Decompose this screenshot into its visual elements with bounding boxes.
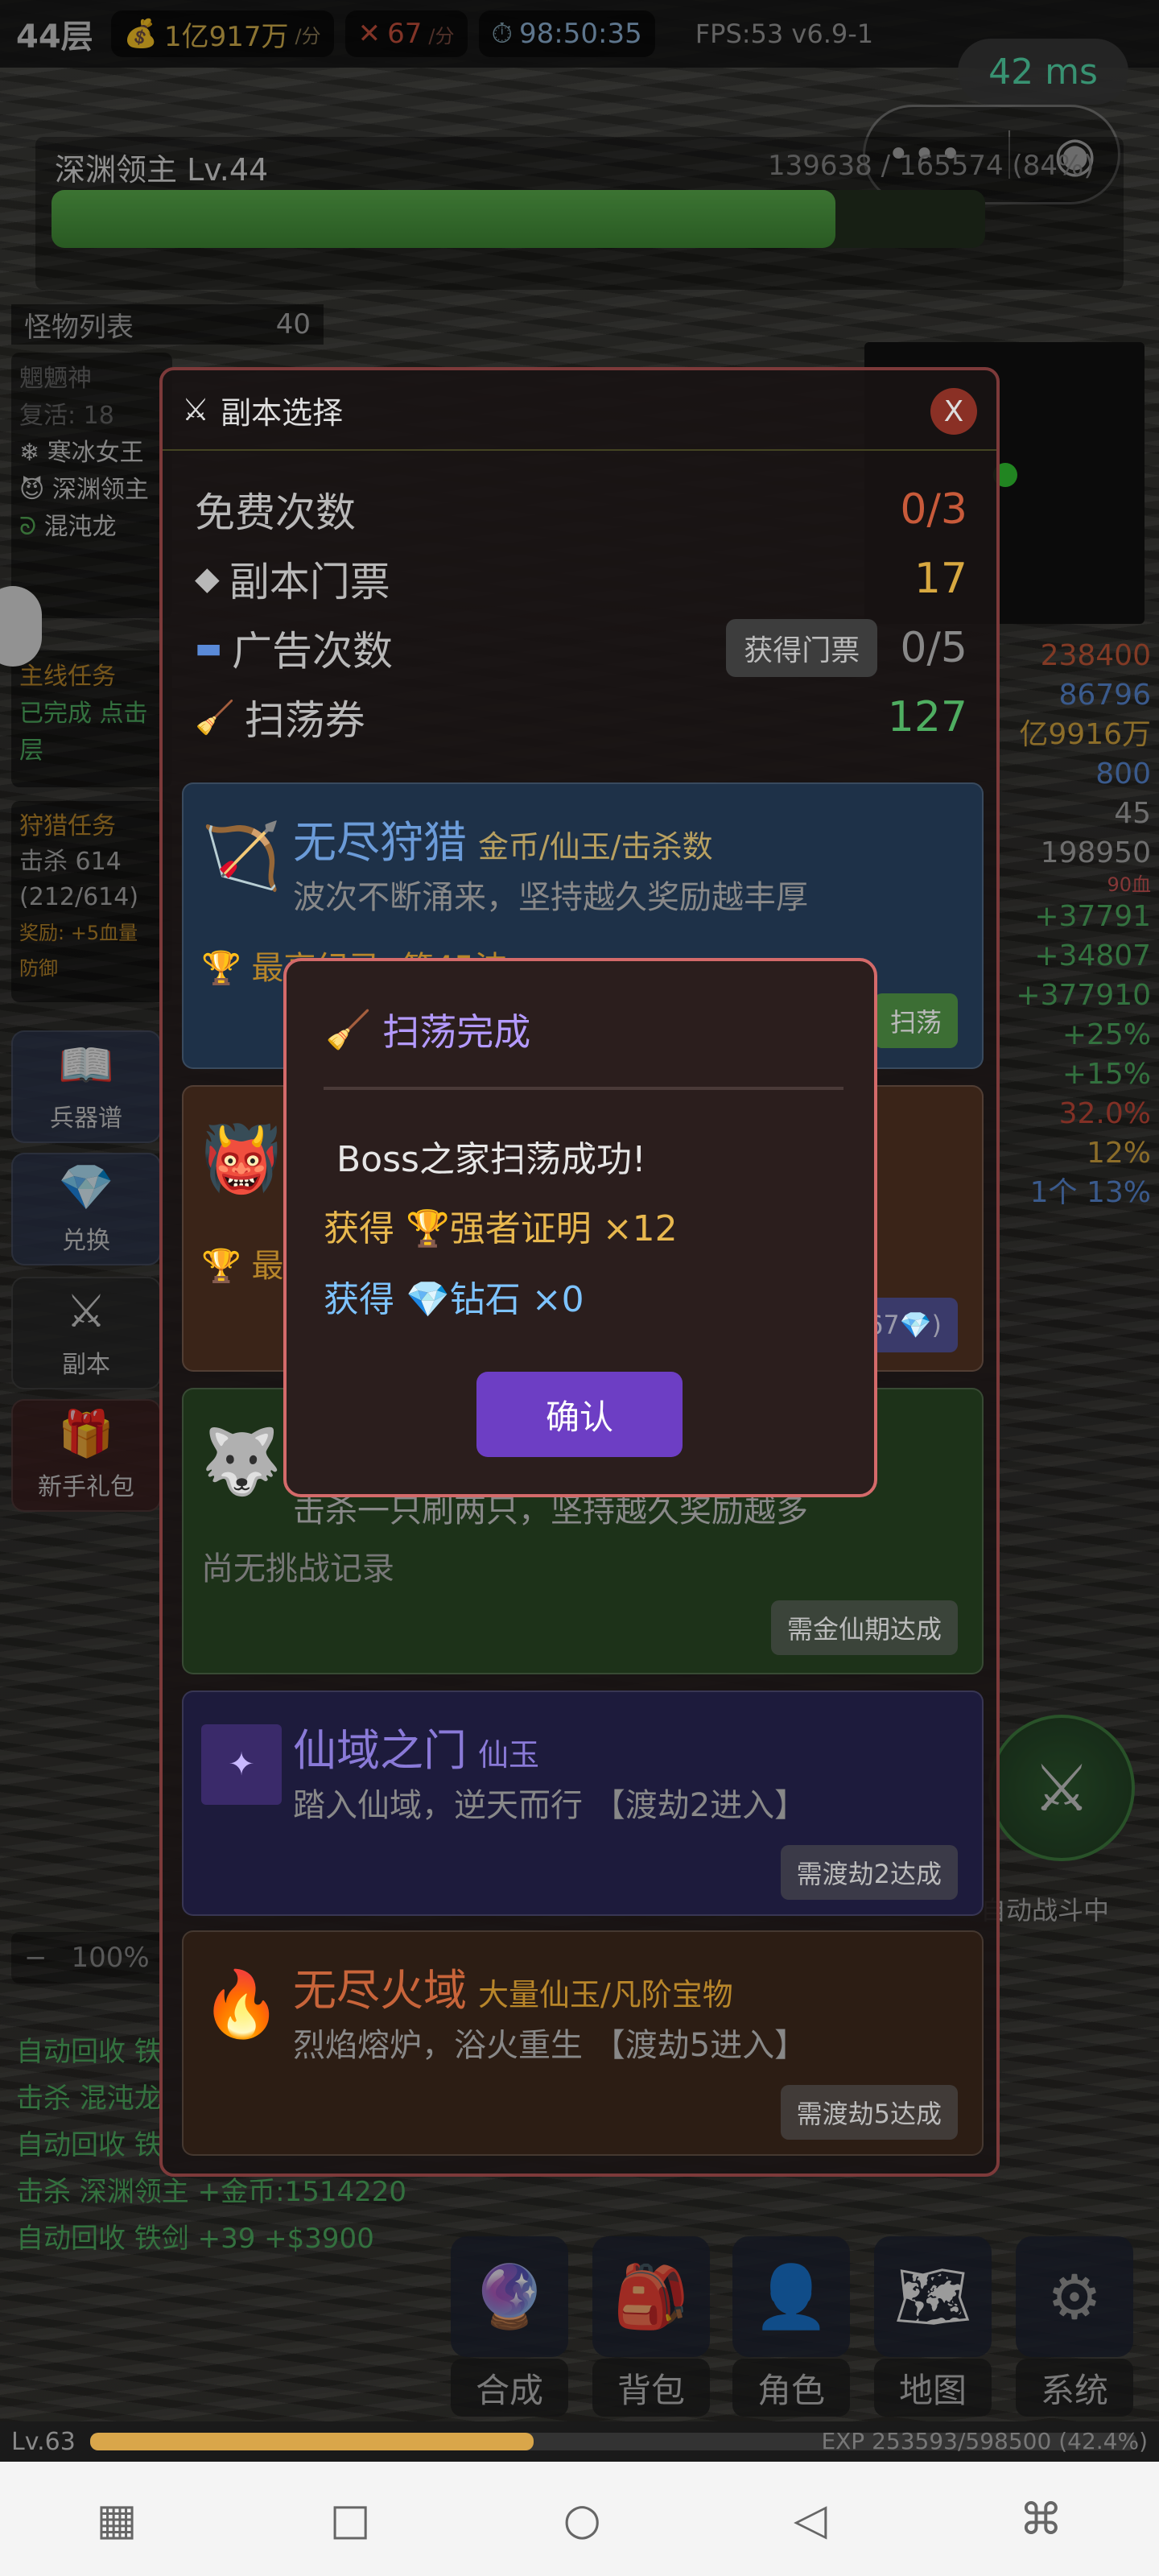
- close-button[interactable]: X: [930, 388, 977, 435]
- locked-button[interactable]: 需金仙期达成: [770, 1600, 958, 1655]
- dialog-header: ⚔ 副本选择: [163, 370, 996, 451]
- system-nav-bar: ▦ □ ○ ◁ ⌘: [0, 2462, 1159, 2576]
- exp-fill: [90, 2433, 534, 2450]
- apps-icon[interactable]: ▦: [97, 2494, 138, 2545]
- reward-line-diamond: 获得 💎钻石 ×0: [324, 1279, 584, 1320]
- divider: [324, 1087, 843, 1090]
- level-label: Lv.63: [11, 2427, 76, 2456]
- galaxy-icon: ✦: [201, 1724, 282, 1805]
- ai-icon[interactable]: ⌘: [1019, 2494, 1062, 2545]
- oni-mask-icon: 👹: [201, 1121, 282, 1196]
- sweep-button[interactable]: 扫荡: [873, 993, 958, 1048]
- broom-icon: 🧹: [325, 1007, 372, 1051]
- sweep-complete-popup: 🧹 扫荡完成 Boss之家扫荡成功! 获得 🏆强者证明 ×12 获得 💎钻石 ×…: [283, 958, 877, 1497]
- ad-count-row: ▬ 广告次数 获得门票 0/5: [195, 613, 967, 683]
- popup-title: 扫荡完成: [382, 1010, 531, 1054]
- crossed-swords-icon: ⚔: [182, 392, 210, 427]
- locked-button[interactable]: 需渡劫5达成: [780, 2085, 958, 2140]
- ticket-row: ◆ 副本门票 17: [195, 555, 967, 605]
- reward-line-trophy: 获得 🏆强者证明 ×12: [324, 1208, 678, 1249]
- wolf-icon: 🐺: [201, 1424, 282, 1499]
- dungeon-card-immortal-gate[interactable]: ✦ 仙域之门 仙玉 踏入仙域，逆天而行 【渡劫2进入】 需渡劫2达成: [182, 1690, 984, 1916]
- trophy-icon: 🏆: [201, 950, 241, 987]
- fire-icon: 🔥: [201, 1967, 282, 2041]
- level-bar: Lv.63 EXP 253593/598500 (42.4%): [0, 2421, 1159, 2462]
- free-count-row: 免费次数 0/3: [195, 485, 967, 536]
- trophy-icon: 🏆: [201, 1248, 241, 1285]
- ticket-icon: ◆: [195, 560, 220, 597]
- bow-icon: 🏹: [201, 819, 282, 894]
- recent-icon[interactable]: □: [330, 2494, 371, 2545]
- tv-icon: ▬: [195, 631, 223, 665]
- back-icon[interactable]: ◁: [794, 2494, 827, 2545]
- locked-button[interactable]: 需渡劫2达成: [780, 1845, 958, 1900]
- sweep-ticket-row: 🧹 扫荡券 127: [195, 693, 967, 744]
- dialog-title: 副本选择: [221, 394, 344, 431]
- get-ticket-button[interactable]: 获得门票: [726, 619, 878, 677]
- dungeon-card-endless-fire[interactable]: 🔥 无尽火域 大量仙玉/凡阶宝物 烈焰熔炉，浴火重生 【渡劫5进入】 需渡劫5达成: [182, 1930, 984, 2156]
- exp-text: EXP 253593/598500 (42.4%): [821, 2428, 1148, 2454]
- popup-message: Boss之家扫荡成功!: [336, 1139, 646, 1180]
- confirm-button[interactable]: 确认: [476, 1372, 683, 1457]
- home-icon[interactable]: ○: [563, 2494, 601, 2545]
- broom-icon: 🧹: [195, 699, 235, 737]
